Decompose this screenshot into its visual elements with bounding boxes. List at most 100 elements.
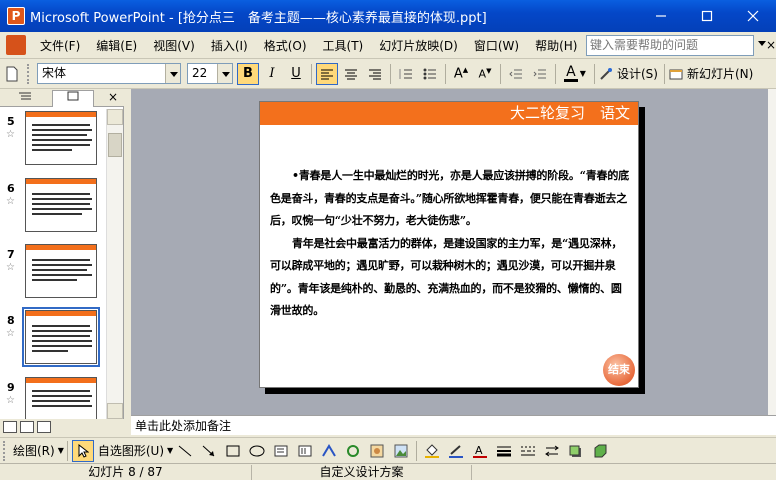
line-tool[interactable]: [175, 443, 195, 459]
line-style-tool[interactable]: [494, 443, 514, 459]
slide-editor-scrollbar[interactable]: [768, 89, 776, 415]
vertical-textbox-tool[interactable]: [295, 443, 315, 459]
pane-tabs: ×: [0, 89, 124, 107]
pointer-icon: [78, 443, 89, 458]
align-left-button[interactable]: [316, 62, 338, 85]
slide-thumbnail-7[interactable]: 7 ☆: [0, 242, 106, 304]
arrow-tool[interactable]: [199, 443, 219, 459]
rectangle-tool[interactable]: [223, 443, 243, 459]
increase-indent-icon: [533, 69, 546, 78]
increase-indent-button[interactable]: [529, 63, 551, 85]
font-color-button[interactable]: A ▼: [560, 63, 590, 85]
toolbar-grip[interactable]: [27, 63, 31, 84]
chevron-down-icon: [165, 64, 180, 83]
slide-number: 7: [7, 248, 15, 261]
3d-style-tool[interactable]: [590, 443, 610, 459]
fill-color-tool[interactable]: [422, 443, 442, 459]
chevron-down-icon: ▼: [167, 446, 174, 455]
diagram-tool[interactable]: [343, 443, 363, 459]
menu-format[interactable]: 格式(O): [256, 37, 315, 54]
menu-tools[interactable]: 工具(T): [315, 37, 372, 54]
font-color-icon: A: [564, 64, 578, 82]
new-slide-button[interactable]: 新幻灯片(N): [684, 65, 756, 82]
picture-tool[interactable]: [391, 443, 411, 459]
slides-pane-scrollbar[interactable]: [106, 109, 123, 419]
powerpoint-app-icon[interactable]: P: [7, 7, 25, 25]
slide-preview: [25, 377, 97, 419]
notes-pane[interactable]: 单击此处添加备注: [131, 415, 776, 435]
align-left-icon: [321, 69, 333, 79]
bold-label: B: [243, 66, 253, 81]
toolbar-grip[interactable]: [3, 440, 7, 461]
normal-view-icon[interactable]: [3, 421, 17, 433]
minimize-button[interactable]: [638, 0, 684, 32]
help-search-input[interactable]: 键入需要帮助的问题: [586, 35, 754, 56]
close-button[interactable]: [730, 0, 776, 32]
document-icon[interactable]: [6, 35, 26, 55]
slide-number: 9: [7, 381, 15, 394]
new-document-button[interactable]: [1, 63, 23, 85]
underline-button[interactable]: U: [285, 63, 307, 85]
select-objects-button[interactable]: [71, 439, 94, 462]
bullet-list-button[interactable]: [419, 63, 441, 85]
end-button[interactable]: 结束: [603, 354, 635, 386]
line-color-tool[interactable]: [446, 443, 466, 459]
draw-menu-button[interactable]: 绘图(R): [10, 442, 58, 459]
increase-font-button[interactable]: A▲: [450, 63, 472, 85]
status-bar: 幻灯片 8 / 87 自定义设计方案: [0, 463, 776, 480]
align-right-button[interactable]: [364, 63, 386, 85]
slide-thumbnail-6[interactable]: 6 ☆: [0, 176, 106, 238]
slide-sorter-icon[interactable]: [20, 421, 34, 433]
slide-thumbnail-5[interactable]: 5 ☆: [0, 109, 106, 171]
svg-text:A: A: [475, 444, 483, 457]
menu-edit[interactable]: 编辑(E): [88, 37, 145, 54]
arrow-style-tool[interactable]: [542, 443, 562, 459]
font-size-select[interactable]: 22: [187, 63, 233, 84]
shadow-icon: [569, 445, 582, 457]
dash-style-tool[interactable]: [518, 443, 538, 459]
menu-slideshow[interactable]: 幻灯片放映(D): [371, 37, 466, 54]
title-bar: P Microsoft PowerPoint - [抢分点三 备考主题——核心素…: [0, 0, 776, 32]
align-center-button[interactable]: [340, 63, 362, 85]
slideshow-view-icon[interactable]: [37, 421, 51, 433]
slides-pane: × 5 ☆ 6 ☆ 7 ☆ 8 ☆ 9 ☆: [0, 89, 124, 419]
tab-outline[interactable]: [4, 90, 46, 107]
clipart-tool[interactable]: [367, 443, 387, 459]
menu-view[interactable]: 视图(V): [145, 37, 203, 54]
font-name-select[interactable]: 宋体: [37, 63, 181, 84]
align-right-icon: [369, 69, 381, 79]
wordart-tool[interactable]: [319, 443, 339, 459]
decrease-indent-button[interactable]: [505, 63, 527, 85]
oval-tool[interactable]: [247, 443, 267, 459]
numbered-list-button[interactable]: [395, 63, 417, 85]
italic-button[interactable]: I: [261, 63, 283, 85]
current-slide[interactable]: 大二轮复习 语文 •青春是人一生中最灿烂的时光，亦是人最应该拼搏的阶段。“青春的…: [259, 101, 639, 388]
design-button[interactable]: 设计(S): [614, 65, 661, 82]
slide-text-box[interactable]: •青春是人一生中最灿烂的时光，亦是人最应该拼搏的阶段。“青春的底色是奋斗，青春的…: [270, 165, 632, 323]
document-close-icon[interactable]: ×: [766, 38, 776, 52]
chevron-down-icon: ▼: [579, 69, 586, 78]
scrollbar-thumb[interactable]: [108, 133, 122, 157]
shadow-style-tool[interactable]: [566, 443, 586, 459]
tab-slides[interactable]: [52, 90, 94, 107]
autoshapes-button[interactable]: 自选图形(U): [95, 442, 167, 459]
menu-insert[interactable]: 插入(I): [203, 37, 256, 54]
pane-close-icon[interactable]: ×: [108, 90, 118, 104]
drawing-toolbar: 绘图(R) ▼ 自选图形(U) ▼ A: [0, 437, 776, 463]
chevron-down-icon: ▼: [57, 446, 64, 455]
scroll-down-button[interactable]: [107, 403, 123, 419]
slide-thumbnail-8[interactable]: 8 ☆: [0, 307, 106, 370]
menu-file[interactable]: 文件(F): [32, 37, 88, 54]
font-name-value: 宋体: [42, 66, 67, 80]
draw-font-color-tool[interactable]: A: [470, 443, 490, 459]
decrease-font-button[interactable]: A▼: [474, 63, 496, 85]
textbox-tool[interactable]: [271, 443, 291, 459]
slide-thumbnail-9[interactable]: 9 ☆: [0, 375, 106, 419]
maximize-button[interactable]: [684, 0, 730, 32]
help-dropdown-icon[interactable]: [758, 41, 766, 46]
bold-button[interactable]: B: [237, 62, 259, 85]
scroll-up-button[interactable]: [107, 109, 123, 125]
menu-help[interactable]: 帮助(H): [527, 37, 585, 54]
menu-window[interactable]: 窗口(W): [466, 37, 527, 54]
decrease-indent-icon: [509, 69, 522, 78]
